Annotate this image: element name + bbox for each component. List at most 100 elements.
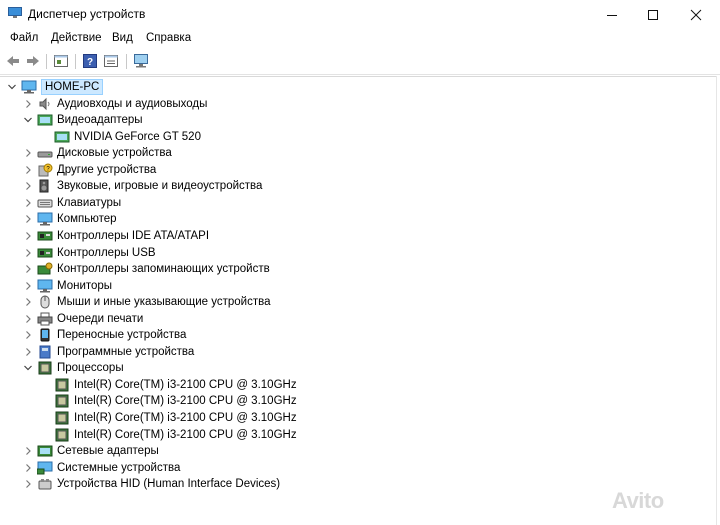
software-device-icon xyxy=(37,345,53,359)
expand-chevron-icon[interactable] xyxy=(22,445,34,457)
tree-category[interactable]: Компьютер xyxy=(22,211,117,227)
toolbar-separator xyxy=(46,54,47,69)
scan-hardware-icon[interactable] xyxy=(133,53,149,69)
mouse-icon xyxy=(37,295,53,309)
system-device-icon xyxy=(36,461,53,475)
processor-icon xyxy=(54,411,70,425)
printer-icon xyxy=(37,312,53,326)
tree-category[interactable]: Видеоадаптеры xyxy=(22,112,143,128)
toolbar-separator xyxy=(75,54,76,69)
expand-chevron-icon[interactable] xyxy=(22,263,34,275)
expand-chevron-icon[interactable] xyxy=(22,230,34,242)
computer-icon xyxy=(21,80,37,94)
tree-category[interactable]: Очереди печати xyxy=(22,311,143,327)
tree-device[interactable]: Intel(R) Core(TM) i3-2100 CPU @ 3.10GHz xyxy=(39,377,297,393)
tree-category[interactable]: Программные устройства xyxy=(22,344,194,360)
sound-icon xyxy=(37,179,53,193)
tree-item-label: Intel(R) Core(TM) i3-2100 CPU @ 3.10GHz xyxy=(74,395,297,408)
show-hidden-icon[interactable] xyxy=(103,53,119,69)
tree-item-label: Переносные устройства xyxy=(57,329,187,342)
tree-category[interactable]: Переносные устройства xyxy=(22,327,186,343)
expand-chevron-icon[interactable] xyxy=(22,247,34,259)
back-arrow-icon[interactable] xyxy=(5,53,21,69)
tree-device[interactable]: Intel(R) Core(TM) i3-2100 CPU @ 3.10GHz xyxy=(39,410,297,426)
expand-chevron-icon[interactable] xyxy=(22,180,34,192)
tree-category[interactable]: Контроллеры IDE ATA/ATAPI xyxy=(22,228,209,244)
unknown-device-icon: ? xyxy=(37,163,53,177)
menu-view[interactable]: Вид xyxy=(112,32,133,44)
tree-item-label: NVIDIA GeForce GT 520 xyxy=(74,130,201,143)
expand-chevron-icon[interactable] xyxy=(22,147,34,159)
scroll-edge xyxy=(716,76,717,525)
usb-icon xyxy=(37,246,53,260)
expand-chevron-icon[interactable] xyxy=(22,280,34,292)
device-manager-icon xyxy=(8,7,22,18)
computer-icon xyxy=(37,212,53,226)
monitor-icon xyxy=(37,279,53,293)
disk-drive-icon xyxy=(37,146,53,160)
tree-category[interactable]: Мониторы xyxy=(22,278,112,294)
tree-device[interactable]: Intel(R) Core(TM) i3-2100 CPU @ 3.10GHz xyxy=(39,393,297,409)
tree-device[interactable]: Intel(R) Core(TM) i3-2100 CPU @ 3.10GHz xyxy=(39,427,297,443)
collapse-chevron-icon[interactable] xyxy=(22,362,34,374)
tree-item-label: Программные устройства xyxy=(57,345,195,358)
tree-category[interactable]: Клавиатуры xyxy=(22,195,121,211)
expand-chevron-icon[interactable] xyxy=(22,98,34,110)
minimize-icon xyxy=(607,14,617,16)
tree-root-home-pc[interactable]: HOME-PC xyxy=(6,79,104,95)
maximize-button[interactable] xyxy=(633,0,673,29)
tree-category[interactable]: Мыши и иные указывающие устройства xyxy=(22,294,271,310)
expand-chevron-icon[interactable] xyxy=(22,213,34,225)
tree-category[interactable]: ? Другие устройства xyxy=(22,162,156,178)
tree-root-label: HOME-PC xyxy=(41,79,104,95)
tree-category[interactable]: Системные устройства xyxy=(22,460,180,476)
help-icon[interactable]: ? xyxy=(82,53,98,69)
tree-item-label: Сетевые адаптеры xyxy=(57,445,159,458)
tree-category[interactable]: Сетевые адаптеры xyxy=(22,443,159,459)
menu-bar: Файл Действие Вид Справка xyxy=(0,29,720,49)
expand-chevron-icon[interactable] xyxy=(22,197,34,209)
tree-category[interactable]: Контроллеры USB xyxy=(22,245,156,261)
expand-chevron-icon[interactable] xyxy=(22,296,34,308)
expand-chevron-icon[interactable] xyxy=(22,346,34,358)
tree-item-label: Звуковые, игровые и видеоустройства xyxy=(57,180,263,193)
tree-category[interactable]: Устройства HID (Human Interface Devices) xyxy=(22,476,280,492)
expand-chevron-icon[interactable] xyxy=(22,478,34,490)
close-button[interactable] xyxy=(676,0,716,29)
properties-view-icon[interactable] xyxy=(53,53,69,69)
expand-chevron-icon[interactable] xyxy=(22,164,34,176)
tree-item-label: Intel(R) Core(TM) i3-2100 CPU @ 3.10GHz xyxy=(74,428,297,441)
maximize-icon xyxy=(648,9,658,20)
tree-item-label: Видеоадаптеры xyxy=(57,114,143,127)
forward-arrow-icon[interactable] xyxy=(25,53,41,69)
tree-item-label: Клавиатуры xyxy=(57,196,122,209)
expand-chevron-icon[interactable] xyxy=(22,313,34,325)
collapse-chevron-icon[interactable] xyxy=(22,114,34,126)
tree-category[interactable]: Контроллеры запоминающих устройств xyxy=(22,261,270,277)
display-adapter-icon xyxy=(54,130,70,144)
keyboard-icon xyxy=(37,196,53,210)
tree-item-label: Контроллеры USB xyxy=(57,246,156,259)
svg-text:?: ? xyxy=(87,57,93,68)
tree-category[interactable]: Процессоры xyxy=(22,360,124,376)
collapse-chevron-icon[interactable] xyxy=(6,81,18,93)
avito-watermark: Avito xyxy=(612,488,664,513)
tree-category[interactable]: Звуковые, игровые и видеоустройства xyxy=(22,178,262,194)
title-bar: Диспетчер устройств xyxy=(0,0,720,29)
menu-file[interactable]: Файл xyxy=(10,32,38,44)
minimize-button[interactable] xyxy=(592,0,632,29)
tree-category[interactable]: Дисковые устройства xyxy=(22,145,172,161)
processor-icon xyxy=(54,428,70,442)
toolbar-separator xyxy=(126,54,127,69)
expand-chevron-icon[interactable] xyxy=(22,462,34,474)
menu-help[interactable]: Справка xyxy=(146,32,191,44)
ide-controller-icon xyxy=(37,229,53,243)
menu-action[interactable]: Действие xyxy=(51,32,102,44)
expand-chevron-icon[interactable] xyxy=(22,329,34,341)
tree-device[interactable]: NVIDIA GeForce GT 520 xyxy=(39,129,201,145)
tree-category[interactable]: Аудиовходы и аудиовыходы xyxy=(22,96,207,112)
